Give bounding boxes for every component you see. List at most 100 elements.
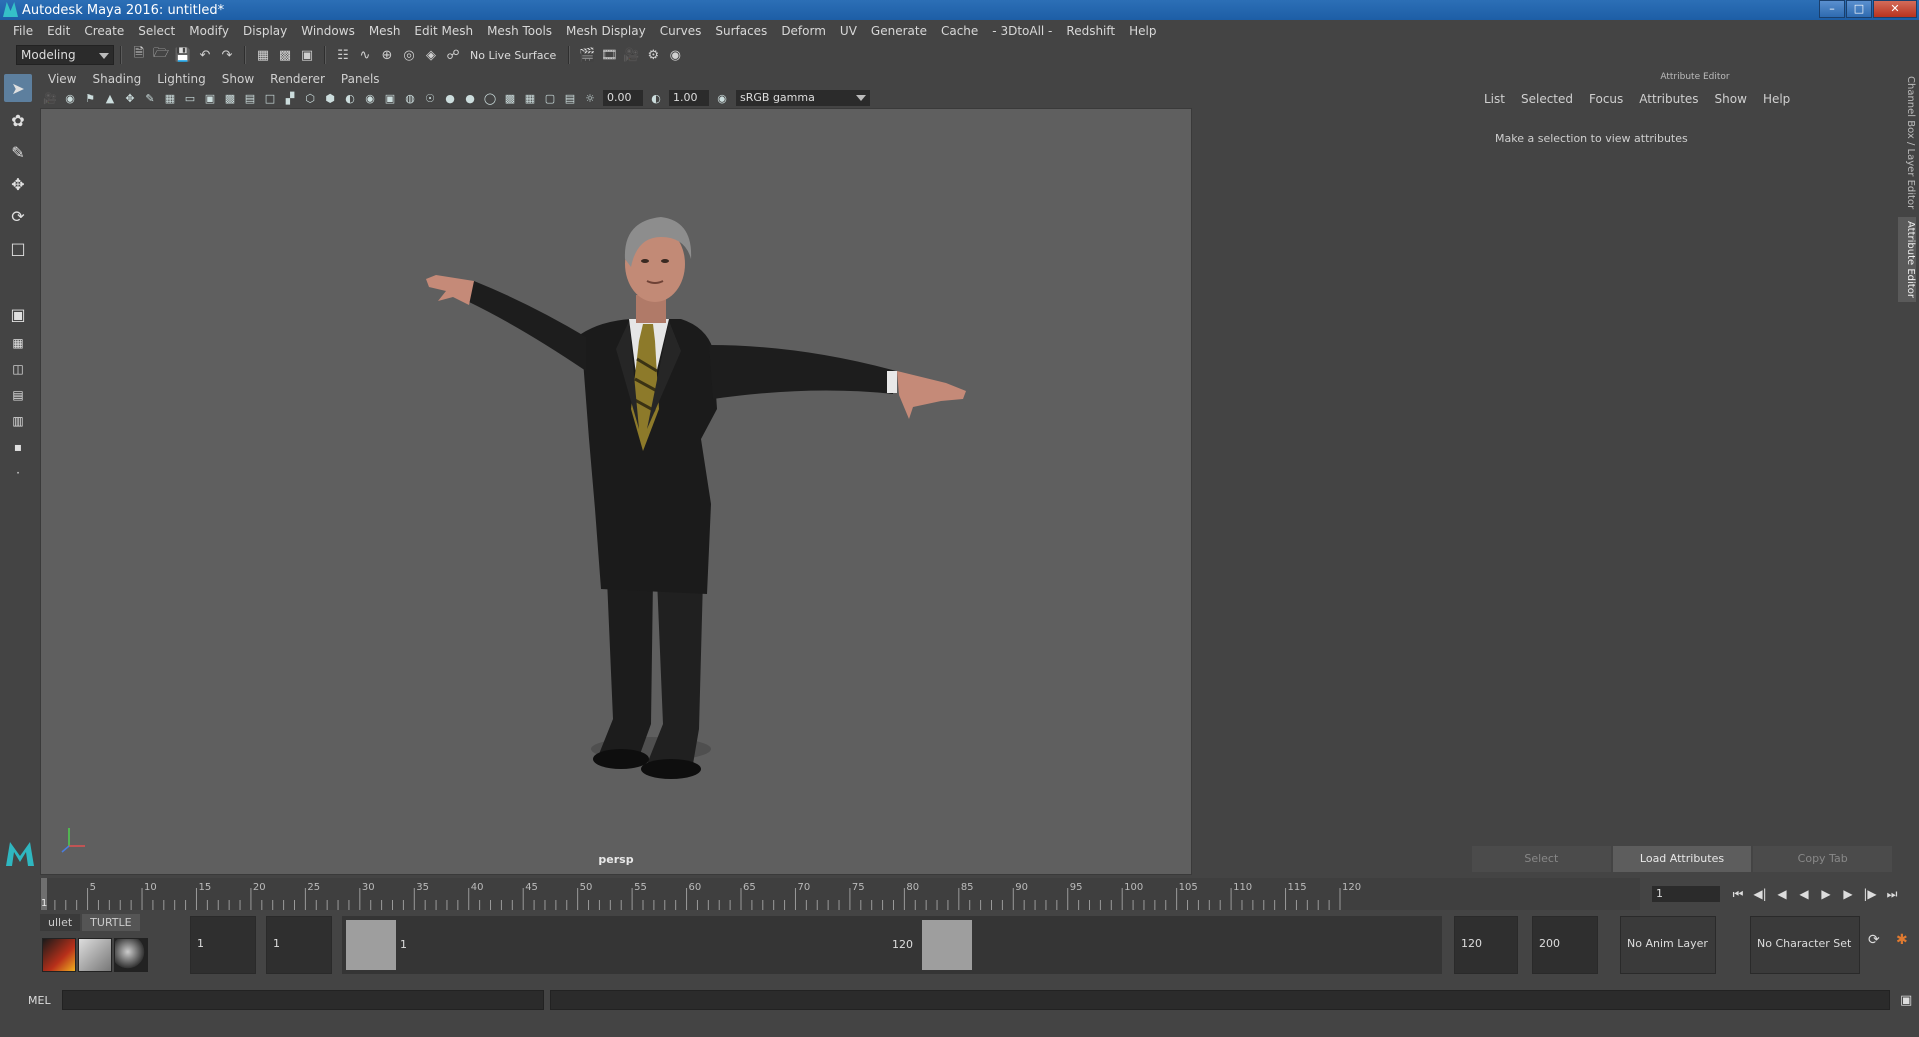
turtle-material-icon[interactable] [114, 938, 148, 972]
menu-edit[interactable]: Edit [40, 24, 77, 38]
persp-graph-icon[interactable]: ▤ [4, 384, 32, 406]
tab-attribute-editor[interactable]: Attribute Editor [1898, 217, 1916, 303]
shelf-tab-turtle[interactable]: TURTLE [82, 914, 140, 931]
play-forwards-icon[interactable]: ▶ [1816, 885, 1836, 903]
move-tool-icon[interactable]: ✥ [4, 170, 32, 198]
anti-aliasing-icon[interactable]: ▩ [502, 90, 518, 106]
turtle-render-icon[interactable] [42, 938, 76, 972]
menu-mesh-tools[interactable]: Mesh Tools [480, 24, 559, 38]
auto-key-icon[interactable]: ⟳ [1868, 932, 1880, 948]
paint-select-icon[interactable]: ✎ [4, 138, 32, 166]
viewport-menu-show[interactable]: Show [214, 72, 262, 86]
motion-blur-icon[interactable]: ◯ [482, 90, 498, 106]
menu-create[interactable]: Create [77, 24, 131, 38]
viewport-menu-renderer[interactable]: Renderer [262, 72, 333, 86]
attribute-menu-focus[interactable]: Focus [1581, 92, 1631, 106]
film-gate-icon[interactable]: ▭ [182, 90, 198, 106]
lights-icon[interactable]: ☉ [422, 90, 438, 106]
single-perspective-icon[interactable]: ▣ [4, 300, 32, 328]
turtle-bake-icon[interactable] [78, 938, 112, 972]
step-back-key-icon[interactable]: ◀ [1772, 885, 1792, 903]
color-management-icon[interactable]: ◉ [714, 90, 730, 106]
camera-attr-icon[interactable]: ◉ [62, 90, 78, 106]
snap-view-icon[interactable]: ◎ [400, 46, 418, 64]
grid-icon[interactable]: ▦ [162, 90, 178, 106]
scale-tool-icon[interactable]: □ [4, 234, 32, 262]
go-to-end-icon[interactable]: ⏭ [1882, 885, 1902, 903]
viewport-menu-panels[interactable]: Panels [333, 72, 388, 86]
mel-label[interactable]: MEL [28, 994, 62, 1007]
playback-end-field[interactable]: 120 [1454, 916, 1518, 974]
snap-grid-icon[interactable]: ☷ [334, 46, 352, 64]
snap-point-icon[interactable]: ⊕ [378, 46, 396, 64]
hypershade-icon[interactable]: ◉ [666, 46, 684, 64]
render-settings-icon[interactable]: ⚙ [644, 46, 662, 64]
wireframe-on-shaded-icon[interactable]: ◉ [362, 90, 378, 106]
image-plane-icon[interactable]: ▲ [102, 90, 118, 106]
menu-mesh[interactable]: Mesh [362, 24, 408, 38]
menu-cache[interactable]: Cache [934, 24, 985, 38]
step-back-frame-icon[interactable]: ◀| [1750, 885, 1770, 903]
close-button[interactable]: ✕ [1873, 0, 1917, 18]
lasso-tool-icon[interactable]: ✿ [4, 106, 32, 134]
undo-icon[interactable]: ↶ [196, 46, 214, 64]
time-slider[interactable]: 5 10 15 20 25 30 35 40 45 50 55 60 65 70 75 80 85 90 95 100… [40, 878, 1640, 910]
hypershade-layout-icon[interactable]: ▥ [4, 410, 32, 432]
gamma-field[interactable]: 1.00 [669, 90, 709, 106]
redo-icon[interactable]: ↷ [218, 46, 236, 64]
attribute-menu-attributes[interactable]: Attributes [1631, 92, 1706, 106]
shelf-tab-bullet[interactable]: ullet [40, 914, 81, 931]
attribute-menu-show[interactable]: Show [1707, 92, 1755, 106]
perspective-viewport[interactable]: persp [40, 108, 1192, 875]
script-editor-icon[interactable]: ▣ [1900, 993, 1912, 1008]
anim-layer-select[interactable]: No Anim Layer [1620, 916, 1716, 974]
copy-tab-button[interactable]: Copy Tab [1753, 846, 1893, 872]
textured-icon[interactable]: ◍ [402, 90, 418, 106]
viewport-menu-lighting[interactable]: Lighting [149, 72, 214, 86]
menu-windows[interactable]: Windows [294, 24, 362, 38]
safe-action-icon[interactable]: □ [262, 90, 278, 106]
menu-uv[interactable]: UV [833, 24, 864, 38]
tab-channel-box[interactable]: Channel Box / Layer Editor [1898, 72, 1916, 213]
select-button[interactable]: Select [1472, 846, 1611, 872]
menu-file[interactable]: File [6, 24, 40, 38]
resolution-gate-icon[interactable]: ▣ [202, 90, 218, 106]
menu-edit-mesh[interactable]: Edit Mesh [407, 24, 480, 38]
menu-redshift[interactable]: Redshift [1059, 24, 1122, 38]
grease-pencil-icon[interactable]: ✎ [142, 90, 158, 106]
menu-deform[interactable]: Deform [774, 24, 833, 38]
gate-mask-icon[interactable]: ▩ [222, 90, 238, 106]
range-bar[interactable]: 1 120 [342, 916, 1442, 974]
menu-surfaces[interactable]: Surfaces [708, 24, 774, 38]
smooth-shade-icon[interactable]: ⬢ [322, 90, 338, 106]
camera-icon[interactable]: 🎥 [42, 90, 58, 106]
select-component-icon[interactable]: ▣ [298, 46, 316, 64]
current-frame-field[interactable]: 1 [1652, 886, 1720, 902]
select-object-icon[interactable]: ▩ [276, 46, 294, 64]
outliner-layout-icon[interactable]: ▪ [4, 436, 32, 458]
animation-end-field[interactable]: 200 [1532, 916, 1598, 974]
select-tool-icon[interactable]: ➤ [4, 74, 32, 102]
more-layouts-icon[interactable]: · [4, 462, 32, 484]
2d-pan-icon[interactable]: ✥ [122, 90, 138, 106]
menu-3dtoall[interactable]: - 3DtoAll - [985, 24, 1059, 38]
color-space-select[interactable]: sRGB gamma [736, 90, 870, 106]
render-frame-icon[interactable]: 🎞 [600, 46, 618, 64]
rotate-tool-icon[interactable]: ⟳ [4, 202, 32, 230]
character-set-select[interactable]: No Character Set [1750, 916, 1860, 974]
exposure-field[interactable]: 0.00 [603, 90, 643, 106]
save-scene-icon[interactable]: 💾 [174, 46, 192, 64]
snap-surface-icon[interactable]: ◈ [422, 46, 440, 64]
gamma-icon[interactable]: ◐ [648, 90, 664, 106]
xray-active-icon[interactable]: ▤ [562, 90, 578, 106]
snap-curve-icon[interactable]: ∿ [356, 46, 374, 64]
menu-display[interactable]: Display [236, 24, 294, 38]
range-end-handle[interactable] [922, 920, 972, 970]
new-scene-icon[interactable]: 🗎 [130, 46, 148, 64]
open-scene-icon[interactable]: 🗁 [152, 46, 170, 64]
xray-icon[interactable]: ▣ [382, 90, 398, 106]
menu-mesh-display[interactable]: Mesh Display [559, 24, 653, 38]
wireframe-icon[interactable]: ⬡ [302, 90, 318, 106]
bookmark-icon[interactable]: ⚑ [82, 90, 98, 106]
animation-prefs-icon[interactable]: ✱ [1896, 932, 1908, 948]
